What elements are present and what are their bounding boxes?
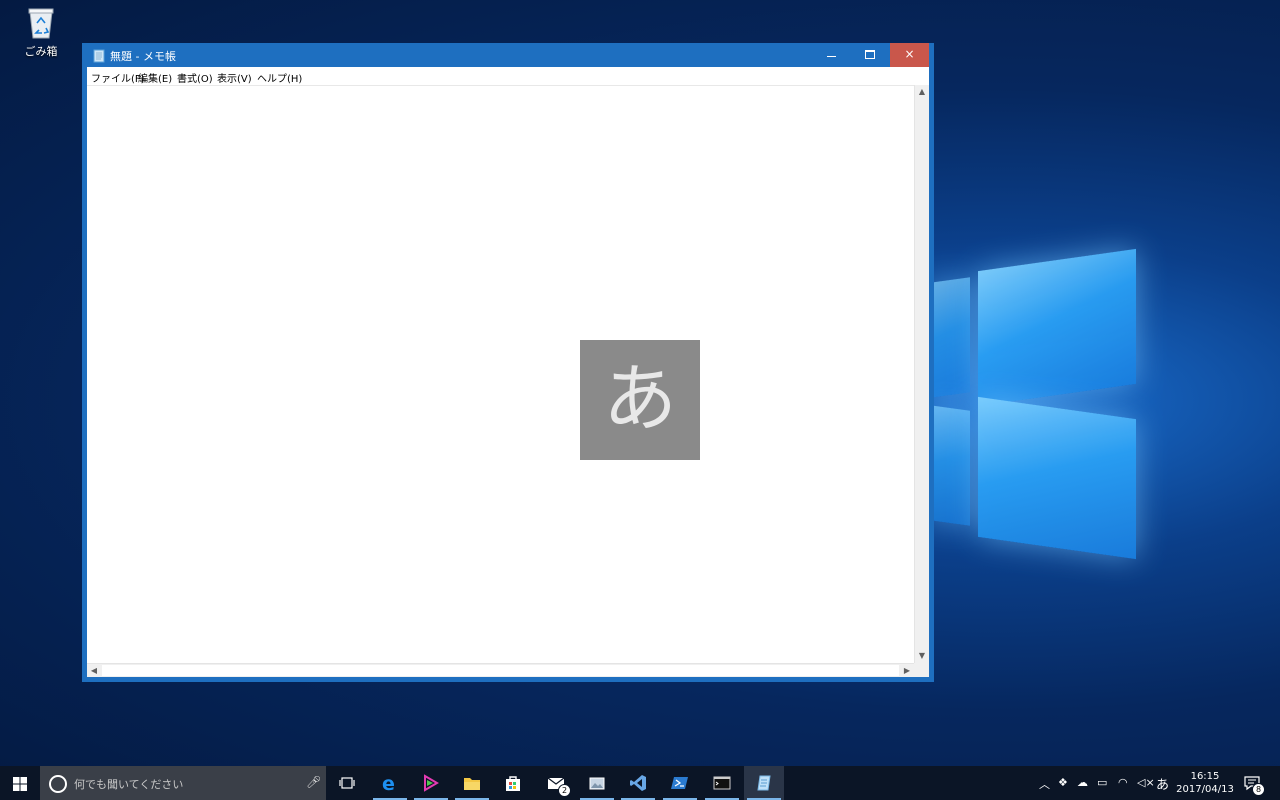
- taskbar-mail[interactable]: 2: [536, 766, 576, 800]
- store-icon: [506, 776, 520, 791]
- notepad-taskbar-icon: [757, 775, 771, 791]
- clock-date: 2017/04/13: [1176, 784, 1234, 795]
- taskbar-powershell[interactable]: [660, 766, 700, 800]
- onedrive-icon[interactable]: ☁: [1077, 776, 1088, 789]
- network-icon[interactable]: ◠: [1118, 776, 1128, 789]
- menu-format[interactable]: 書式(O): [177, 70, 213, 85]
- svg-text:e: e: [382, 774, 395, 792]
- resize-grip[interactable]: [914, 663, 929, 677]
- cortana-icon: [49, 775, 67, 793]
- powershell-icon: [671, 777, 688, 789]
- wallpaper-windows-logo: [930, 248, 1150, 560]
- scroll-up-icon[interactable]: ▲: [915, 85, 929, 99]
- start-button[interactable]: [0, 766, 40, 800]
- horizontal-scrollbar[interactable]: ◀ ▶: [87, 663, 914, 677]
- visual-studio-icon: [630, 775, 646, 791]
- microphone-icon[interactable]: 🎤︎: [306, 775, 321, 789]
- taskbar: 何でも聞いてください 🎤︎ e 2 ︿ ❖ ☁ ▭ ◠ ◁× あ 16:15 2…: [0, 766, 1280, 800]
- volume-mute-icon[interactable]: ◁×: [1137, 776, 1155, 789]
- recycle-bin-label: ごみ箱: [24, 45, 58, 58]
- task-view-button[interactable]: [327, 766, 367, 800]
- menu-help[interactable]: ヘルプ(H): [257, 70, 302, 85]
- windows-start-icon: [13, 777, 27, 791]
- taskbar-store[interactable]: [493, 766, 533, 800]
- menu-edit[interactable]: 編集(E): [138, 70, 172, 85]
- scroll-left-icon[interactable]: ◀: [87, 664, 101, 677]
- clock[interactable]: 16:15 2017/04/13: [1170, 770, 1240, 796]
- recycle-bin-desktop-icon[interactable]: ごみ箱: [18, 6, 64, 59]
- command-prompt-icon: [713, 776, 731, 790]
- ime-mode-overlay: あ: [580, 340, 700, 460]
- clock-time: 16:15: [1190, 771, 1220, 782]
- notepad-icon: [93, 48, 106, 63]
- notepad-window[interactable]: 無題 - メモ帳 × ファイル(F) 編集(E) 書式(O) 表示(V) ヘルプ…: [82, 43, 934, 682]
- scroll-right-icon[interactable]: ▶: [900, 664, 914, 677]
- menu-view[interactable]: 表示(V): [217, 70, 252, 85]
- text-editor-area[interactable]: [87, 85, 914, 664]
- horizontal-scroll-track[interactable]: [102, 665, 899, 676]
- taskbar-photos[interactable]: [577, 766, 617, 800]
- taskbar-edge[interactable]: e: [370, 766, 410, 800]
- recycle-bin-icon: [26, 6, 56, 40]
- menu-file[interactable]: ファイル(F): [91, 70, 145, 85]
- mail-badge: 2: [558, 784, 571, 797]
- ime-mode-tray[interactable]: あ: [1156, 774, 1169, 793]
- taskbar-file-explorer[interactable]: [452, 766, 492, 800]
- scroll-down-icon[interactable]: ▼: [915, 649, 929, 663]
- search-placeholder: 何でも聞いてください: [74, 778, 184, 791]
- photos-icon: [589, 777, 605, 790]
- battery-icon[interactable]: ▭: [1097, 776, 1107, 789]
- folder-icon: [464, 778, 480, 790]
- rstudio-icon: [424, 774, 439, 792]
- edge-icon: e: [382, 774, 395, 792]
- menu-bar: ファイル(F) 編集(E) 書式(O) 表示(V) ヘルプ(H): [87, 67, 929, 85]
- taskbar-visual-studio[interactable]: [618, 766, 658, 800]
- close-button[interactable]: ×: [890, 43, 929, 67]
- taskbar-notepad[interactable]: [744, 766, 784, 800]
- task-view-icon: [339, 777, 355, 789]
- search-box[interactable]: 何でも聞いてください 🎤︎: [40, 766, 326, 800]
- window-title: 無題 - メモ帳: [110, 50, 176, 63]
- action-center-button[interactable]: 8: [1243, 774, 1265, 796]
- taskbar-rstudio[interactable]: [411, 766, 451, 800]
- dropbox-icon[interactable]: ❖: [1058, 776, 1068, 789]
- taskbar-command-prompt[interactable]: [702, 766, 742, 800]
- title-bar[interactable]: 無題 - メモ帳 ×: [82, 43, 934, 67]
- notification-count-badge: 8: [1252, 783, 1265, 796]
- maximize-button[interactable]: [851, 43, 890, 67]
- vertical-scrollbar[interactable]: ▲ ▼: [914, 85, 929, 663]
- minimize-button[interactable]: [812, 43, 851, 67]
- show-hidden-icons-chevron-icon[interactable]: ︿: [1039, 776, 1050, 792]
